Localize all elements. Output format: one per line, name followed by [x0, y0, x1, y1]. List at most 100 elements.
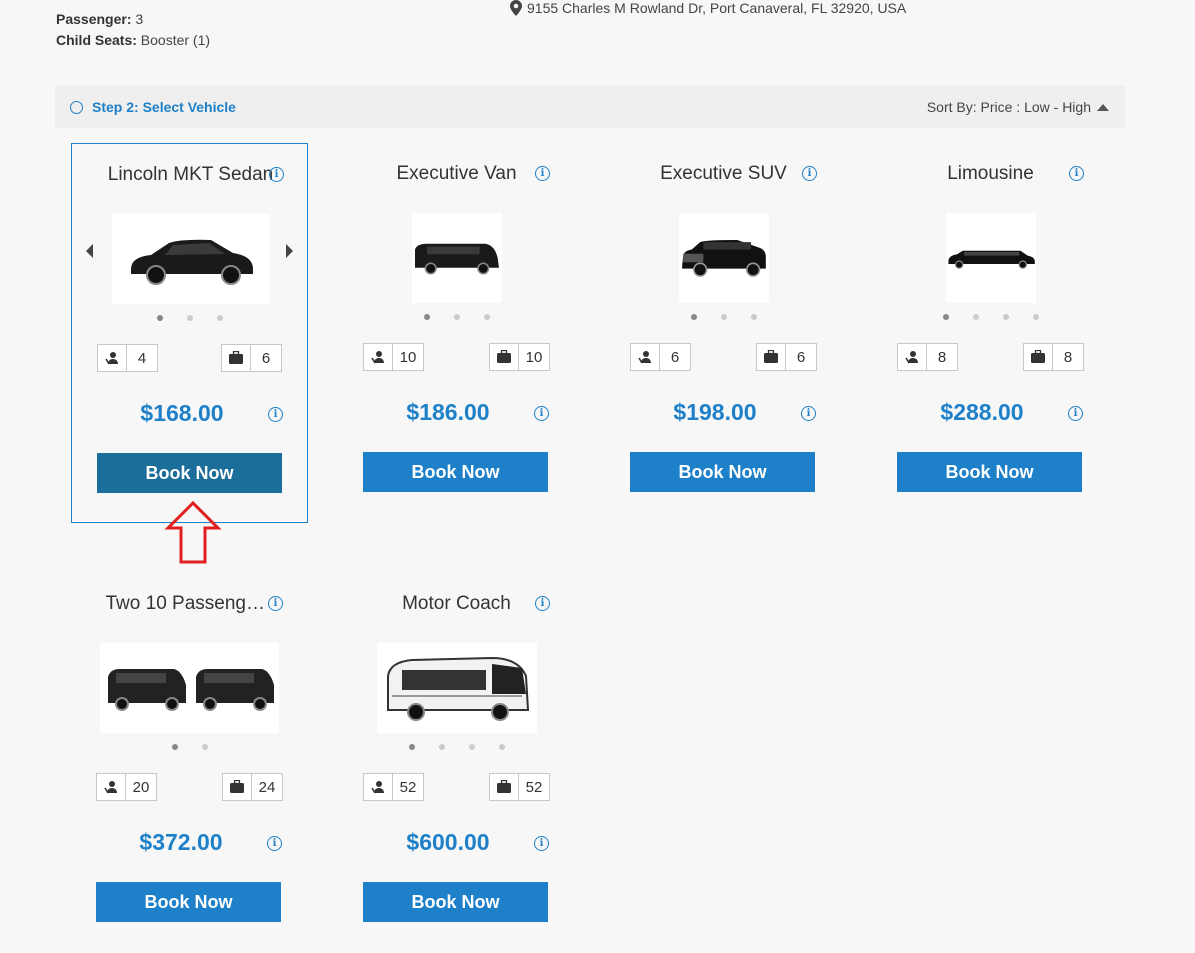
carousel-dot[interactable] [942, 314, 949, 320]
book-now-button[interactable]: Book Now [363, 882, 548, 922]
vehicle-price: $600.00 [406, 829, 490, 855]
passenger-count: 20 [132, 778, 150, 796]
luggage-capacity: 10 [489, 343, 550, 371]
carousel-next-icon[interactable] [286, 244, 293, 258]
luggage-icon [1024, 344, 1053, 370]
book-now-button[interactable]: Book Now [97, 453, 282, 493]
carousel-dot[interactable] [750, 314, 757, 320]
carousel-dots [338, 314, 575, 320]
vehicle-card[interactable]: Limousine i 8 8 $288.00 i Book Now [872, 143, 1109, 523]
passenger-value: 3 [135, 11, 144, 27]
carousel-dot[interactable] [972, 314, 979, 320]
passenger-count: 8 [937, 348, 947, 366]
price-info-icon[interactable]: i [1068, 406, 1083, 421]
trip-summary: Passenger: 3 Child Seats: Booster (1) [56, 9, 210, 51]
carousel-dots [71, 744, 308, 750]
vehicle-info-icon[interactable]: i [268, 596, 283, 611]
luggage-capacity: 8 [1023, 343, 1084, 371]
carousel-dot[interactable] [438, 744, 445, 750]
passenger-icon [364, 774, 393, 800]
vehicle-price: $168.00 [140, 400, 224, 426]
step-label: Step 2: Select Vehicle [92, 99, 236, 115]
vehicle-info-icon[interactable]: i [535, 596, 550, 611]
annotation-arrow-icon [164, 500, 222, 564]
vehicle-name: Limousine [947, 163, 1034, 184]
vehicle-info-icon[interactable]: i [1069, 166, 1084, 181]
child-seats-label: Child Seats: [56, 32, 137, 48]
passenger-icon [631, 344, 660, 370]
vehicle-name: Executive Van [396, 163, 517, 184]
book-now-button[interactable]: Book Now [96, 882, 281, 922]
vehicle-info-icon[interactable]: i [269, 167, 284, 182]
carousel-dot[interactable] [468, 744, 475, 750]
carousel-dots [872, 314, 1109, 320]
price-info-icon[interactable]: i [267, 836, 282, 851]
vehicle-card[interactable]: Executive Van i 10 10 $186.00 i Book Now [338, 143, 575, 523]
luggage-count: 52 [525, 778, 543, 796]
price-info-icon[interactable]: i [534, 836, 549, 851]
luggage-count: 6 [796, 348, 806, 366]
passenger-icon [898, 344, 927, 370]
price-info-icon[interactable]: i [801, 406, 816, 421]
vehicle-info-icon[interactable]: i [802, 166, 817, 181]
carousel-dot[interactable] [408, 744, 415, 750]
carousel-dot[interactable] [483, 314, 490, 320]
passenger-capacity: 10 [363, 343, 424, 371]
luggage-count: 8 [1063, 348, 1073, 366]
carousel-dot[interactable] [201, 744, 208, 750]
carousel-dot[interactable] [498, 744, 505, 750]
book-now-button[interactable]: Book Now [897, 452, 1082, 492]
vehicle-price: $372.00 [139, 829, 223, 855]
map-pin-icon [510, 0, 522, 16]
carousel-dot[interactable] [423, 314, 430, 320]
carousel-dot[interactable] [216, 315, 223, 321]
step-heading[interactable]: Step 2: Select Vehicle [70, 99, 236, 115]
passenger-capacity: 20 [96, 773, 157, 801]
luggage-count: 6 [261, 349, 271, 367]
price-info-icon[interactable]: i [268, 407, 283, 422]
sort-dropdown[interactable]: Sort By: Price : Low - High [927, 99, 1109, 115]
carousel-dots [605, 314, 842, 320]
vehicle-card[interactable]: Executive SUV i 6 6 $198.00 i Book Now [605, 143, 842, 523]
sort-label: Sort By: Price : Low - High [926, 99, 1091, 115]
book-now-button[interactable]: Book Now [363, 452, 548, 492]
carousel-dots [72, 315, 307, 321]
carousel-dot[interactable] [690, 314, 697, 320]
child-seats-row: Child Seats: Booster (1) [56, 30, 210, 51]
carousel-dot[interactable] [1002, 314, 1009, 320]
vehicle-image [945, 213, 1036, 303]
luggage-icon [222, 345, 251, 371]
vehicle-image [111, 214, 270, 304]
carousel-dot[interactable] [720, 314, 727, 320]
carousel-dot[interactable] [156, 315, 163, 321]
luggage-capacity: 6 [756, 343, 817, 371]
vehicle-image [678, 213, 769, 303]
passenger-capacity: 4 [97, 344, 158, 372]
vehicle-name: Two 10 Passenger Vans [105, 593, 274, 614]
vehicle-name: Executive SUV [660, 163, 787, 184]
vehicle-image [411, 213, 502, 303]
vehicle-price: $186.00 [406, 399, 490, 425]
caret-up-icon [1097, 103, 1109, 111]
passenger-row: Passenger: 3 [56, 9, 210, 30]
price-info-icon[interactable]: i [534, 406, 549, 421]
luggage-capacity: 24 [222, 773, 283, 801]
vehicle-card[interactable]: Two 10 Passenger Vansi2024$372.00iBook N… [71, 573, 308, 953]
vehicle-card[interactable]: Motor Coach i 52 52 $600.00 i Book Now [338, 573, 575, 953]
carousel-dot[interactable] [1032, 314, 1039, 320]
carousel-dot[interactable] [453, 314, 460, 320]
vehicle-card[interactable]: Lincoln MKT Sedan i 4 6 $168.00 i Book Now [71, 143, 308, 523]
book-now-button[interactable]: Book Now [630, 452, 815, 492]
carousel-dot[interactable] [186, 315, 193, 321]
vehicle-price: $198.00 [673, 399, 757, 425]
carousel-dot[interactable] [171, 744, 178, 750]
step-circle-icon [70, 100, 83, 114]
carousel-prev-icon[interactable] [86, 244, 93, 258]
vehicle-image [100, 643, 279, 733]
passenger-capacity: 52 [363, 773, 424, 801]
vehicle-info-icon[interactable]: i [535, 166, 550, 181]
address-text: 9155 Charles M Rowland Dr, Port Canavera… [527, 0, 907, 16]
luggage-icon [757, 344, 786, 370]
luggage-count: 24 [258, 778, 276, 796]
carousel-dots [338, 744, 575, 750]
